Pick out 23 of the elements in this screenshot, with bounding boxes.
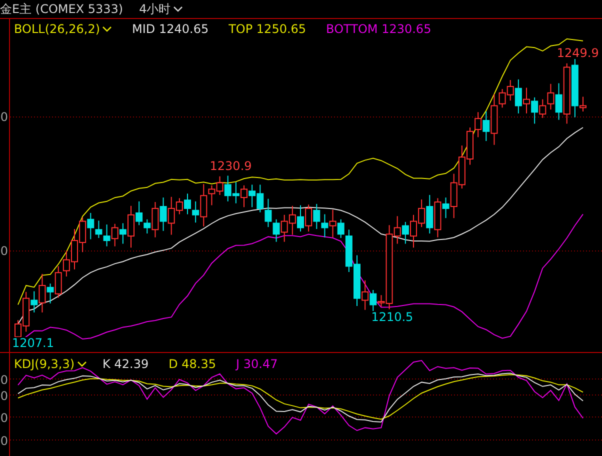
axis-label: 0 bbox=[0, 388, 8, 405]
instrument-title: 金E主 (COMEX 5333) bbox=[0, 1, 124, 18]
indicator-reading: MID 1240.65 bbox=[132, 21, 209, 38]
indicator-reading: K 42.39 bbox=[102, 356, 149, 373]
chevron-down-icon bbox=[102, 26, 112, 32]
axis-label: 0 bbox=[0, 410, 8, 427]
price-label: 1210.5 bbox=[371, 310, 414, 323]
indicator-reading: BOTTOM 1230.65 bbox=[326, 21, 432, 38]
chevron-down-icon bbox=[76, 361, 87, 367]
axis-label: 0 bbox=[0, 433, 8, 450]
indicator-reading: D 48.35 bbox=[168, 356, 216, 373]
indicator-selector[interactable]: BOLL(26,26,2) bbox=[14, 20, 112, 38]
axis-label: 0 bbox=[0, 109, 8, 126]
price-label: 1230.9 bbox=[210, 160, 252, 172]
axis-label: 0 bbox=[0, 243, 8, 260]
period-dropdown[interactable]: 4小时 bbox=[139, 0, 183, 18]
chevron-down-icon bbox=[172, 6, 183, 12]
indicator-selector[interactable]: KDJ(9,3,3) bbox=[14, 355, 87, 373]
indicator-reading: TOP 1250.65 bbox=[228, 21, 306, 38]
price-label: 1249.9 bbox=[556, 47, 599, 60]
indicator-reading: J 30.47 bbox=[236, 356, 278, 373]
axis-label: 0 bbox=[0, 372, 8, 389]
price-label: 1207.1 bbox=[12, 337, 54, 349]
